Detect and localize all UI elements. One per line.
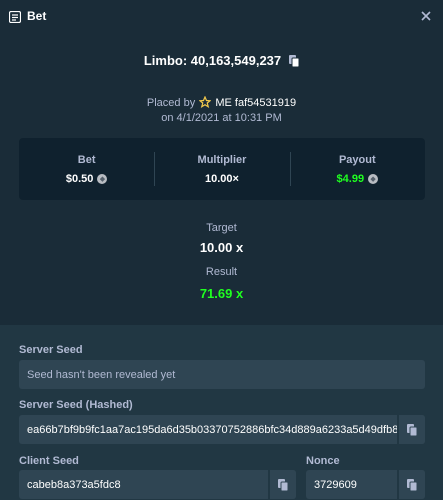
payout-stat: Payout $4.99 ◆ (289, 138, 425, 200)
target-value: 10.00 x (199, 240, 244, 255)
server-seed-hashed-value: ea66b7bf9b9fc1aa7ac195da6d35b03370752886… (27, 423, 397, 436)
nonce-value: 3729609 (314, 478, 357, 491)
server-seed-hashed-label: Server Seed (Hashed) (19, 399, 133, 411)
nonce-label: Nonce (306, 455, 340, 467)
payout-amount: $4.99 (336, 172, 365, 185)
bet-stats-panel: Bet $0.50 ◆ Multiplier 10.00× Payout $4.… (19, 138, 425, 200)
target-label: Target (206, 222, 237, 234)
bet-amount: $0.50 (65, 172, 94, 185)
result-value: 71.69 x (199, 286, 244, 301)
bet-stat: Bet $0.50 ◆ (19, 138, 154, 200)
game-id-line: Limbo: 40,163,549,237 (0, 53, 443, 68)
copy-hashed-button[interactable] (397, 415, 425, 444)
client-seed-field[interactable]: cabeb8a373a5fdc8 (19, 470, 296, 499)
multiplier-label: Multiplier (197, 153, 247, 166)
copy-client-seed-button[interactable] (268, 470, 296, 499)
copy-icon (407, 423, 417, 436)
nonce-field[interactable]: 3729609 (306, 470, 425, 499)
copy-icon (278, 478, 288, 491)
result-label: Result (205, 266, 238, 278)
client-seed-value: cabeb8a373a5fdc8 (27, 478, 121, 491)
multiplier-value: 10.00× (205, 172, 239, 185)
modal-header: Bet (0, 0, 443, 32)
copy-nonce-button[interactable] (397, 470, 425, 499)
coin-icon: ◆ (97, 173, 108, 184)
server-seed-placeholder: Seed hasn't been revealed yet (27, 368, 176, 381)
server-seed-field[interactable]: Seed hasn't been revealed yet (19, 360, 425, 389)
game-id-label: Limbo: 40,163,549,237 (143, 53, 282, 68)
placed-by-label: Placed by (146, 97, 196, 109)
copy-icon (407, 478, 417, 491)
bet-label: Bet (77, 153, 96, 166)
copy-icon[interactable] (289, 54, 300, 67)
coin-icon: ◆ (368, 173, 379, 184)
placed-date: on 4/1/2021 at 10:31 PM (161, 112, 282, 124)
fairness-section: Server Seed Seed hasn't been revealed ye… (0, 325, 443, 500)
receipt-icon (8, 10, 22, 24)
star-icon (198, 95, 212, 109)
close-icon[interactable] (418, 8, 434, 24)
payout-label: Payout (338, 153, 376, 166)
multiplier-stat: Multiplier 10.00× (154, 138, 289, 200)
username[interactable]: ME faf54531919 (215, 97, 296, 109)
server-seed-label: Server Seed (19, 344, 83, 356)
placed-info: Placed by ME faf54531919 on 4/1/2021 at … (0, 95, 443, 126)
modal-title: Bet (27, 9, 47, 23)
client-seed-label: Client Seed (19, 455, 79, 467)
bet-value: $0.50 ◆ (66, 173, 108, 185)
payout-value: $4.99 ◆ (337, 173, 379, 185)
server-seed-hashed-field[interactable]: ea66b7bf9b9fc1aa7ac195da6d35b03370752886… (19, 415, 425, 444)
